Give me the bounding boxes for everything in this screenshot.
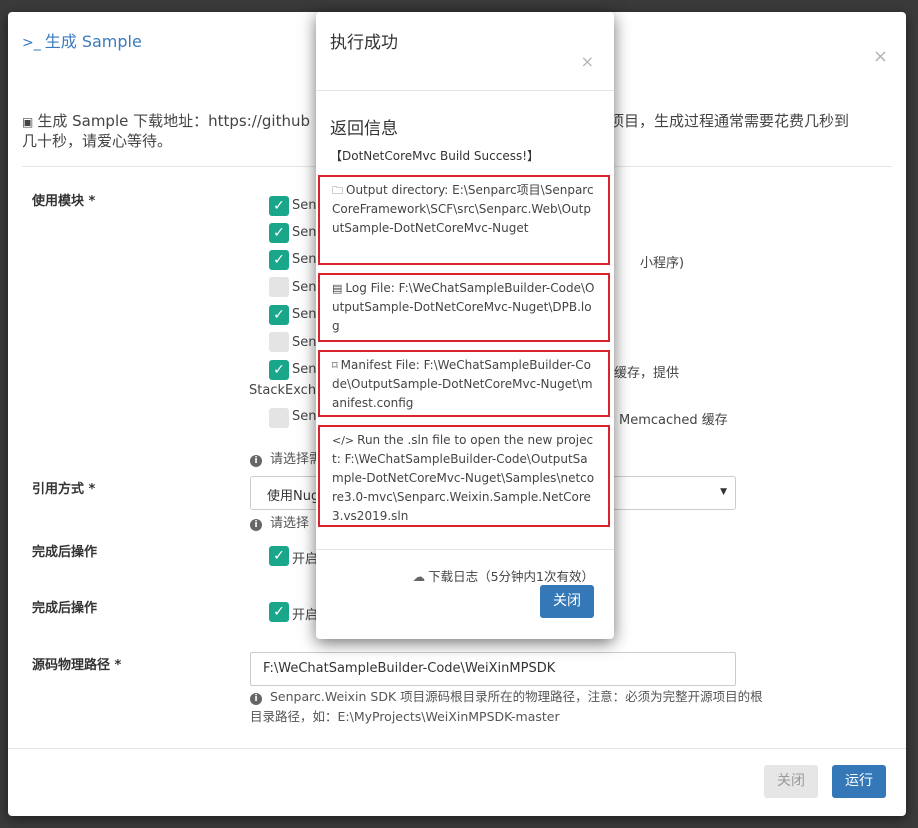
popup-subtitle: 返回信息	[330, 119, 398, 139]
cloud-download-icon: ☁	[412, 569, 426, 584]
reference-label: 引用方式 *	[32, 482, 96, 497]
source-path-help: i Senparc.Weixin SDK 项目源码根目录所在的物理路径，注意：必须…	[250, 689, 763, 724]
footer-divider	[8, 748, 906, 749]
module-label-6: Sen	[292, 335, 317, 350]
module-label-8-tail: Memcached 缓存	[619, 413, 728, 428]
folder-icon: 🗀	[332, 184, 343, 197]
modal-title: >_ 生成 Sample	[22, 32, 142, 51]
info-icon: i	[250, 455, 262, 467]
popup-message: 【DotNetCoreMvc Build Success!】	[330, 149, 540, 163]
module-label-3: Sen	[292, 252, 317, 267]
after-action-text-1: 开启	[292, 552, 319, 567]
info-icon: i	[250, 519, 262, 531]
module-label-4: Sen	[292, 280, 317, 295]
bookmark-icon: ⌑	[332, 359, 338, 372]
book-icon: ▣	[22, 115, 34, 129]
close-button[interactable]: 关闭	[764, 765, 818, 798]
module-checkbox-5[interactable]: ✓	[269, 305, 289, 325]
module-checkbox-2[interactable]: ✓	[269, 223, 289, 243]
after-action-label-2: 完成后操作	[32, 601, 98, 616]
after-action-checkbox-2[interactable]: ✓	[269, 602, 289, 622]
module-checkbox-3[interactable]: ✓	[269, 250, 289, 270]
close-icon[interactable]: ×	[873, 46, 888, 67]
code-icon: </>	[332, 434, 355, 447]
module-checkbox-6[interactable]	[269, 332, 289, 352]
module-label-7: Sen	[292, 362, 317, 377]
popup-close-button[interactable]: 关闭	[540, 585, 594, 618]
run-button[interactable]: 运行	[832, 765, 886, 798]
module-label-7-tail: 缓存，提供	[614, 366, 680, 381]
caret-down-icon: ▼	[720, 487, 727, 497]
module-checkbox-4[interactable]	[269, 277, 289, 297]
popup-close-icon[interactable]: ×	[581, 52, 594, 71]
popup-footer-divider	[316, 549, 614, 550]
source-path-label: 源码物理路径 *	[32, 658, 122, 673]
terminal-icon: >_	[22, 35, 41, 51]
reference-help: i 请选择	[250, 512, 309, 531]
after-action-text-2: 开启	[292, 608, 319, 623]
module-label-7-line2: StackExcha	[249, 383, 325, 398]
success-popup: 执行成功 × 返回信息 【DotNetCoreMvc Build Success…	[316, 12, 614, 639]
after-action-checkbox-1[interactable]: ✓	[269, 546, 289, 566]
module-label-5: Sen	[292, 307, 317, 322]
module-label-3-tail: 小程序)	[640, 256, 685, 271]
output-directory-box: 🗀 Output directory: E:\Senparc项目\SenparcC…	[318, 175, 610, 265]
modules-help: i 请选择需	[250, 448, 322, 467]
popup-header-divider	[316, 90, 614, 91]
module-checkbox-7[interactable]: ✓	[269, 360, 289, 380]
log-file-box: ▤ Log File: F:\WeChatSampleBuilder-Code\O…	[318, 273, 610, 342]
after-action-label-1: 完成后操作	[32, 545, 98, 560]
download-log-link[interactable]: ☁ 下载日志（5分钟内1次有效）	[413, 566, 594, 585]
module-label-8: Sen	[292, 409, 317, 424]
manifest-file-box: ⌑ Manifest File: F:\WeChatSampleBuilder-C…	[318, 350, 610, 417]
info-icon: i	[250, 693, 262, 705]
popup-title: 执行成功	[330, 33, 398, 53]
module-checkbox-8[interactable]	[269, 408, 289, 428]
source-path-input[interactable]: F:\WeChatSampleBuilder-Code\WeiXinMPSDK	[250, 652, 736, 686]
sln-file-box: </> Run the .sln file to open the new pro…	[318, 425, 610, 527]
module-checkbox-1[interactable]: ✓	[269, 196, 289, 216]
log-icon: ▤	[332, 282, 343, 295]
modules-label: 使用模块 *	[32, 194, 96, 209]
